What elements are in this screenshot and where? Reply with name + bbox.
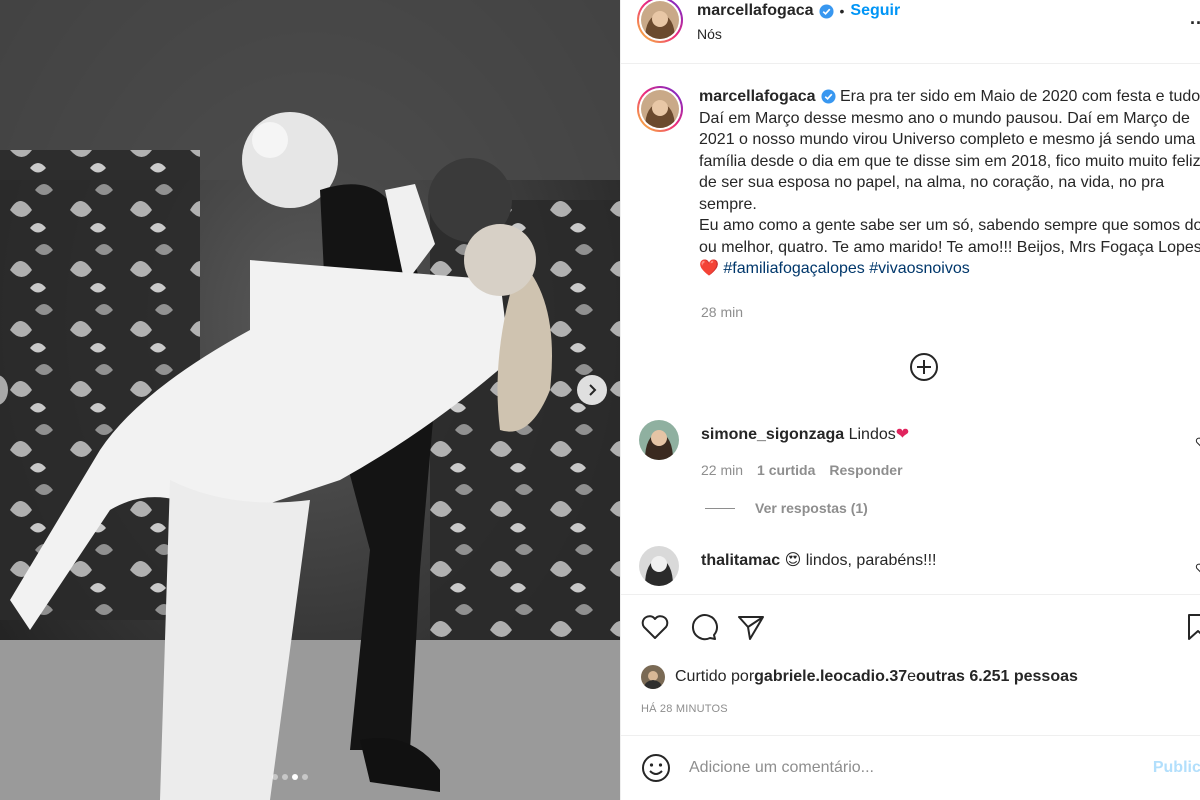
author-avatar[interactable] bbox=[637, 0, 683, 43]
post-time-ago[interactable]: HÁ 28 MINUTOS bbox=[641, 703, 728, 715]
comment-input[interactable] bbox=[689, 759, 1109, 777]
hashtag-link[interactable]: #vivaosnoivos bbox=[869, 260, 970, 277]
liked-by-prefix: Curtido por bbox=[675, 668, 755, 685]
caption-text-part2: Eu amo como a gente sabe ser um só, sabe… bbox=[699, 217, 1200, 256]
actions-bar: Curtido por gabriele.leocadio.37 e outra… bbox=[621, 594, 1200, 734]
post-location[interactable]: Nós bbox=[697, 26, 900, 42]
carousel-dot[interactable] bbox=[272, 774, 278, 780]
heart-emoji: ❤ bbox=[895, 426, 910, 443]
caption-text-part1: Era pra ter sido em Maio de 2020 com fes… bbox=[699, 88, 1200, 213]
liked-by-user[interactable]: gabriele.leocadio.37 bbox=[754, 668, 907, 686]
carousel-dot[interactable] bbox=[302, 774, 308, 780]
action-buttons bbox=[639, 611, 767, 643]
comment-likes[interactable]: 1 curtida bbox=[757, 462, 815, 478]
avatar-image bbox=[639, 546, 679, 586]
carousel-dot-active[interactable] bbox=[292, 774, 298, 780]
post-header: marcellafogaca • Seguir Nós ... bbox=[621, 0, 1200, 64]
comment-text: Lindos bbox=[844, 426, 896, 443]
comments-section: marcellafogaca Era pra ter sido em Maio … bbox=[621, 64, 1200, 594]
save-icon[interactable] bbox=[1182, 611, 1200, 643]
commenter-avatar[interactable] bbox=[639, 546, 679, 586]
replies-line bbox=[705, 507, 735, 509]
author-username[interactable]: marcellafogaca bbox=[697, 2, 814, 20]
reply-button[interactable]: Responder bbox=[829, 462, 902, 478]
verified-icon bbox=[818, 3, 834, 19]
add-circle-icon[interactable] bbox=[909, 352, 939, 382]
caption: marcellafogaca Era pra ter sido em Maio … bbox=[637, 86, 1200, 280]
post-photo[interactable] bbox=[0, 0, 620, 800]
post-side-panel: marcellafogaca • Seguir Nós ... bbox=[620, 0, 1200, 800]
view-replies-button[interactable]: Ver respostas (1) bbox=[705, 500, 868, 516]
photo-scene bbox=[0, 0, 620, 800]
verified-icon bbox=[820, 89, 836, 104]
share-icon[interactable] bbox=[735, 611, 767, 643]
caption-time[interactable]: 28 min bbox=[701, 304, 743, 320]
comment-text: lindos, parabéns!!! bbox=[801, 552, 937, 569]
avatar-image bbox=[641, 665, 665, 689]
heart-emoji: ❤️ bbox=[699, 260, 719, 277]
comment-time[interactable]: 22 min bbox=[701, 462, 743, 478]
avatar-image bbox=[641, 1, 679, 39]
comment-username[interactable]: simone_sigonzaga bbox=[701, 426, 844, 443]
liked-by-middle: e bbox=[907, 668, 917, 685]
next-photo-button[interactable] bbox=[577, 375, 607, 405]
comment-username[interactable]: thalitamac bbox=[701, 552, 780, 569]
avatar-image bbox=[639, 420, 679, 460]
heart-small-icon[interactable] bbox=[1195, 562, 1200, 574]
carousel-dot[interactable] bbox=[282, 774, 288, 780]
comment-item: thalitamac 😍 lindos, parabéns!!! bbox=[639, 546, 1200, 586]
chevron-right-icon bbox=[589, 384, 597, 396]
comment-emoji: 😍 bbox=[784, 552, 802, 569]
likes-summary: Curtido por gabriele.leocadio.37 e outra… bbox=[641, 665, 1078, 689]
caption-username[interactable]: marcellafogaca bbox=[699, 88, 816, 105]
comment-icon[interactable] bbox=[687, 611, 719, 643]
caption-text: marcellafogaca Era pra ter sido em Maio … bbox=[699, 86, 1200, 280]
liked-by-others[interactable]: outras 6.251 pessoas bbox=[916, 668, 1078, 686]
follow-button[interactable]: Seguir bbox=[850, 2, 900, 20]
view-replies-label: Ver respostas (1) bbox=[755, 500, 868, 516]
hashtag-link[interactable]: #familiafogaçalopes bbox=[723, 260, 864, 277]
add-comment-bar: Publicar bbox=[621, 735, 1200, 800]
comment-item: simone_sigonzaga Lindos❤ 22 min 1 curtid… bbox=[639, 420, 1200, 478]
commenter-avatar[interactable] bbox=[639, 420, 679, 460]
emoji-icon[interactable] bbox=[641, 753, 671, 783]
publish-button[interactable]: Publicar bbox=[1153, 759, 1200, 777]
like-icon[interactable] bbox=[639, 611, 671, 643]
more-options-button[interactable]: ... bbox=[1190, 8, 1200, 29]
instagram-post-view: marcellafogaca • Seguir Nós ... bbox=[0, 0, 1200, 800]
liker-avatar[interactable] bbox=[641, 665, 665, 689]
heart-small-icon[interactable] bbox=[1195, 436, 1200, 448]
carousel-dots bbox=[0, 774, 620, 780]
avatar-image bbox=[641, 90, 679, 128]
caption-avatar[interactable] bbox=[637, 86, 683, 132]
separator-dot: • bbox=[839, 3, 845, 19]
